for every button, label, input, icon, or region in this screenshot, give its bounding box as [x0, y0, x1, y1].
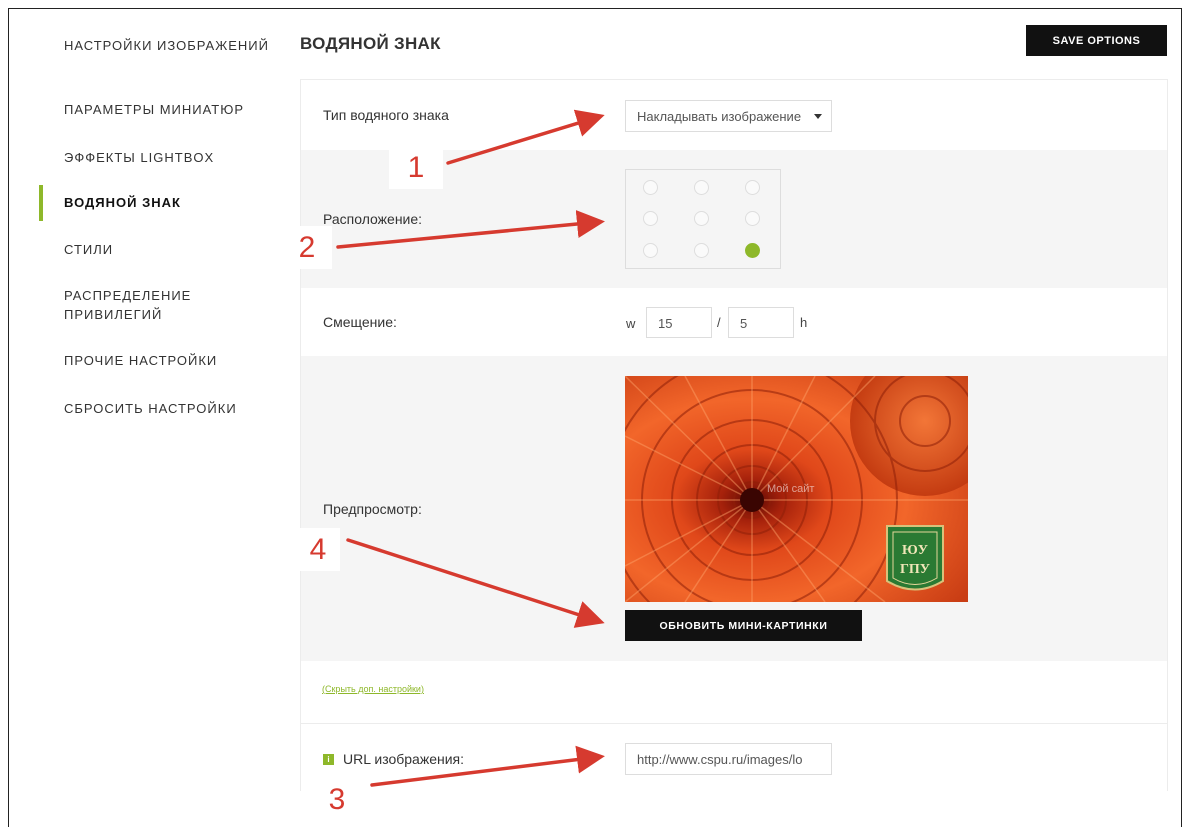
row-preview: Предпросмотр: Мой сайт ЮУ ГПУ ОБНОВИТЬ М…: [301, 356, 1167, 661]
offset-h-suffix: h: [800, 315, 808, 330]
active-indicator: [39, 185, 43, 221]
watermark-type-value: Накладывать изображение: [637, 109, 802, 124]
position-label: Расположение:: [323, 211, 423, 227]
image-url-input[interactable]: http://www.cspu.ru/images/lo: [625, 743, 832, 775]
save-options-button[interactable]: SAVE OPTIONS: [1026, 25, 1167, 56]
sidebar-item-privileges[interactable]: РАСПРЕДЕЛЕНИЕ ПРИВИЛЕГИЙ: [64, 286, 274, 324]
sidebar-item-watermark[interactable]: ВОДЯНОЙ ЗНАК: [64, 193, 274, 212]
university-logo-watermark: ЮУ ГПУ: [886, 525, 944, 591]
position-radio-bottom-right[interactable]: [745, 243, 760, 258]
svg-text:ЮУ: ЮУ: [902, 543, 928, 558]
row-watermark-type: Тип водяного знака Накладывать изображен…: [301, 80, 1167, 150]
position-radio-middle-right[interactable]: [745, 211, 760, 226]
flower-photo: Мой сайт ЮУ ГПУ: [625, 376, 968, 602]
offset-label: Смещение:: [323, 314, 397, 330]
position-radio-top-right[interactable]: [745, 180, 760, 195]
settings-page: НАСТРОЙКИ ИЗОБРАЖЕНИЙ ПАРАМЕТРЫ МИНИАТЮР…: [8, 8, 1182, 827]
info-icon[interactable]: i: [323, 754, 334, 765]
preview-label: Предпросмотр:: [323, 501, 422, 517]
row-image-url: i URL изображения: http://www.cspu.ru/im…: [301, 723, 1167, 793]
annotation-number-3: 3: [312, 778, 362, 821]
annotation-number-4: 4: [296, 528, 340, 571]
sidebar-item-lightbox[interactable]: ЭФФЕКТЫ LIGHTBOX: [64, 148, 274, 167]
position-grid: [625, 169, 781, 269]
watermark-preview-image: Мой сайт ЮУ ГПУ: [625, 376, 968, 602]
sidebar-item-reset-settings[interactable]: СБРОСИТЬ НАСТРОЙКИ: [64, 399, 274, 418]
offset-h-input[interactable]: 5: [728, 307, 794, 338]
annotation-number-1: 1: [389, 146, 443, 189]
svg-text:ГПУ: ГПУ: [900, 562, 930, 577]
position-radio-bottom-center[interactable]: [694, 243, 709, 258]
preview-text-watermark: Мой сайт: [767, 483, 814, 495]
annotation-number-2: 2: [282, 226, 332, 269]
row-offset: Смещение: w 15 / 5 h: [301, 288, 1167, 356]
sidebar-item-thumbnails[interactable]: ПАРАМЕТРЫ МИНИАТЮР: [64, 100, 274, 119]
position-radio-middle-left[interactable]: [643, 211, 658, 226]
watermark-type-label: Тип водяного знака: [323, 107, 449, 123]
image-url-label: URL изображения:: [343, 751, 465, 767]
sidebar: НАСТРОЙКИ ИЗОБРАЖЕНИЙ ПАРАМЕТРЫ МИНИАТЮР…: [9, 9, 289, 827]
offset-w-prefix: w: [626, 316, 636, 331]
page-title: ВОДЯНОЙ ЗНАК: [300, 34, 441, 53]
sidebar-item-styles[interactable]: СТИЛИ: [64, 240, 274, 259]
position-radio-middle-center[interactable]: [694, 211, 709, 226]
sidebar-item-image-settings[interactable]: НАСТРОЙКИ ИЗОБРАЖЕНИЙ: [64, 36, 274, 55]
offset-w-input[interactable]: 15: [646, 307, 712, 338]
offset-separator: /: [717, 315, 721, 330]
position-radio-top-center[interactable]: [694, 180, 709, 195]
position-radio-bottom-left[interactable]: [643, 243, 658, 258]
position-radio-top-left[interactable]: [643, 180, 658, 195]
watermark-type-select[interactable]: Накладывать изображение: [625, 100, 832, 132]
sidebar-item-other-settings[interactable]: ПРОЧИЕ НАСТРОЙКИ: [64, 351, 274, 370]
hide-advanced-settings-link[interactable]: (Скрыть доп. настройки): [322, 684, 424, 694]
update-thumbnails-button[interactable]: ОБНОВИТЬ МИНИ-КАРТИНКИ: [625, 610, 862, 641]
row-toggle-advanced: (Скрыть доп. настройки): [301, 661, 1167, 723]
chevron-down-icon: [814, 114, 822, 119]
